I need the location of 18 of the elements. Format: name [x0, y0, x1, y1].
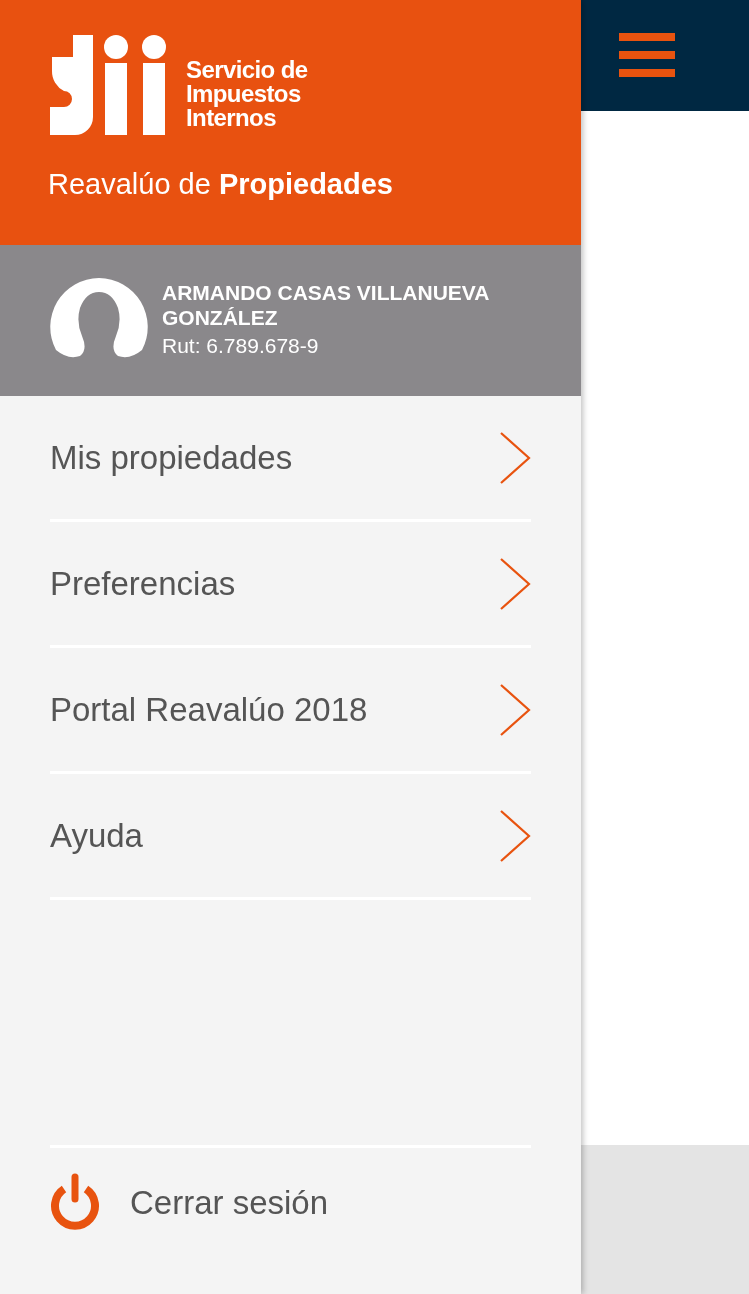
chevron-right-icon: [499, 808, 531, 863]
chevron-right-icon: [499, 556, 531, 611]
menu-item[interactable]: Mis propiedades: [50, 396, 531, 522]
app-title: Reavalúo de Propiedades: [48, 167, 394, 202]
menu-icon[interactable]: [619, 33, 675, 79]
org-name-line: Internos: [186, 106, 276, 130]
chevron-right-icon: [499, 682, 531, 737]
chevron-right-icon: [499, 430, 531, 485]
logo-icon: [48, 35, 168, 135]
menu-item[interactable]: Portal Reavalúo 2018: [50, 648, 531, 774]
user-name: ARMANDO CASAS VILLANUEVA GONZÁLEZ: [162, 279, 490, 330]
menu-item[interactable]: Ayuda: [50, 774, 531, 900]
power-icon: [50, 1173, 100, 1233]
menu-item[interactable]: Preferencias: [50, 522, 531, 648]
user-rut: Rut: 6.789.678-9: [162, 332, 320, 359]
org-name-line: Servicio de: [186, 58, 308, 82]
logout-button[interactable]: Cerrar sesión: [50, 1148, 531, 1258]
org-name-line: Impuestos: [186, 82, 302, 106]
